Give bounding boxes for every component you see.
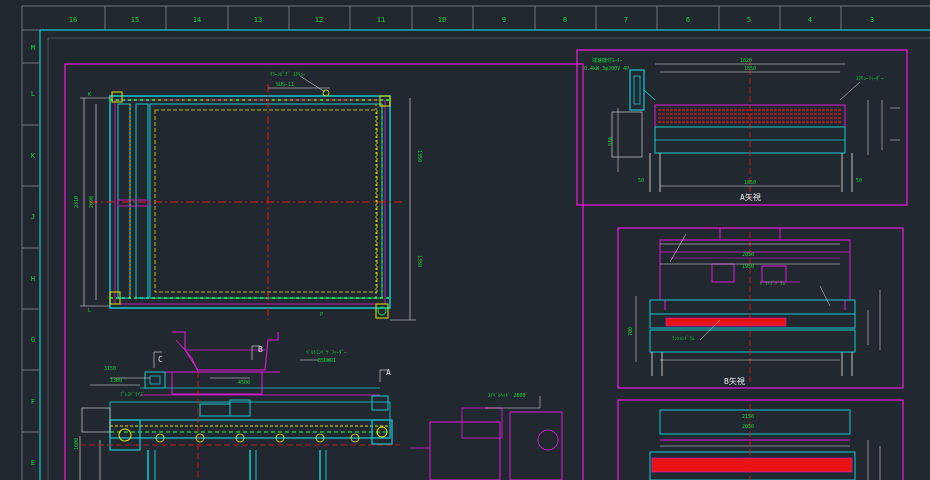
- cad-drawing-canvas[interactable]: 16 15 14 13 12 11 10 9 8 7 6 5 4 3 M L K…: [0, 0, 930, 480]
- plan-dim-right-bottom: 1350: [416, 255, 422, 267]
- side-motor-label: ﾌﾟﾚｽﾄﾞﾗｲﾌﾞ: [120, 391, 145, 398]
- plan-corner-tl: K: [88, 92, 91, 98]
- col-label: 14: [193, 16, 201, 24]
- view-a-bottom-right: 50: [856, 178, 862, 184]
- view-c-dim-top: 2150: [742, 414, 754, 420]
- row-label: H: [31, 275, 35, 283]
- marker-b: B: [258, 345, 263, 354]
- plan-dim-right-top: 1350: [416, 150, 422, 162]
- view-a-right-note: ｽｸﾘｭｰﾌｨｰﾀﾞｰ: [856, 75, 884, 82]
- view-b-dim-top: 2050: [742, 252, 754, 258]
- side-dim-left2: 1300: [110, 378, 122, 384]
- col-label: 5: [747, 16, 751, 24]
- row-label: L: [31, 90, 35, 98]
- col-label: 4: [808, 16, 812, 24]
- view-b-label-mid: ﾄﾞﾗｲﾌﾞﾄﾞﾗﾑ: [760, 280, 786, 287]
- view-a-dim-top2: 1850: [744, 66, 756, 72]
- plan-dim-inner: 2090: [89, 196, 95, 208]
- view-b-left-dim: 700: [628, 327, 634, 336]
- plan-corner-bl: L: [88, 308, 91, 314]
- col-label: 3: [870, 16, 874, 24]
- side-dim-top-left: 3150: [104, 366, 116, 372]
- view-b-title: B矢視: [724, 376, 745, 386]
- col-label: 15: [131, 16, 139, 24]
- side-dim-mid: 4500: [238, 380, 250, 386]
- view-b-label-low: ﾃﾝｼｮﾝﾄﾞﾗﾑ: [672, 335, 695, 342]
- row-label: E: [31, 459, 35, 467]
- row-label: M: [31, 44, 35, 52]
- col-label: 13: [254, 16, 262, 24]
- side-callout-top-sub: BSDWR1: [318, 358, 336, 364]
- view-a-title: A矢視: [740, 192, 761, 202]
- view-b-dim-top2: 1950: [742, 264, 754, 270]
- col-label: 12: [315, 16, 323, 24]
- view-a-motor-note: 減速機付ﾓｰﾀｰ: [592, 57, 623, 64]
- marker-c: C: [158, 355, 163, 364]
- plan-bottom-mark: P: [320, 312, 323, 318]
- view-a-dim-bottom: 1850: [744, 180, 756, 186]
- view-a-left-dim: 910: [608, 137, 614, 146]
- plan-callout-sub: SUS-11: [276, 82, 294, 88]
- marker-a: A: [386, 368, 391, 377]
- view-c-dim-top2: 2050: [742, 424, 754, 430]
- side-left-dim: 1600: [74, 438, 80, 450]
- col-label: 7: [624, 16, 628, 24]
- col-label: 6: [686, 16, 690, 24]
- row-label: J: [31, 213, 35, 221]
- col-label: 10: [438, 16, 446, 24]
- view-a-dim-top: 1820: [740, 58, 752, 64]
- plan-callout: ｸﾘｰﾝﾋﾟｸﾞ ｽｸﾘｭｰ: [270, 71, 306, 78]
- col-label: 8: [563, 16, 567, 24]
- side-callout-right: ｽｲﾍﾞﾙﾍｯﾄﾞ 2800: [488, 392, 526, 399]
- col-label: 11: [377, 16, 385, 24]
- plan-dim-outer: 2310: [74, 196, 80, 208]
- row-label: G: [31, 336, 35, 344]
- view-a-motor-note-sub: 0.4kW 3φ200V 4P: [584, 66, 629, 72]
- side-callout-top: ﾍﾞﾙﾄｺﾝﾍﾞﾔ ﾌｨｰﾀﾞｰ: [306, 349, 347, 356]
- col-label: 9: [502, 16, 506, 24]
- view-a-bottom-left: 50: [638, 178, 644, 184]
- row-label: F: [31, 398, 35, 406]
- col-label: 16: [69, 16, 77, 24]
